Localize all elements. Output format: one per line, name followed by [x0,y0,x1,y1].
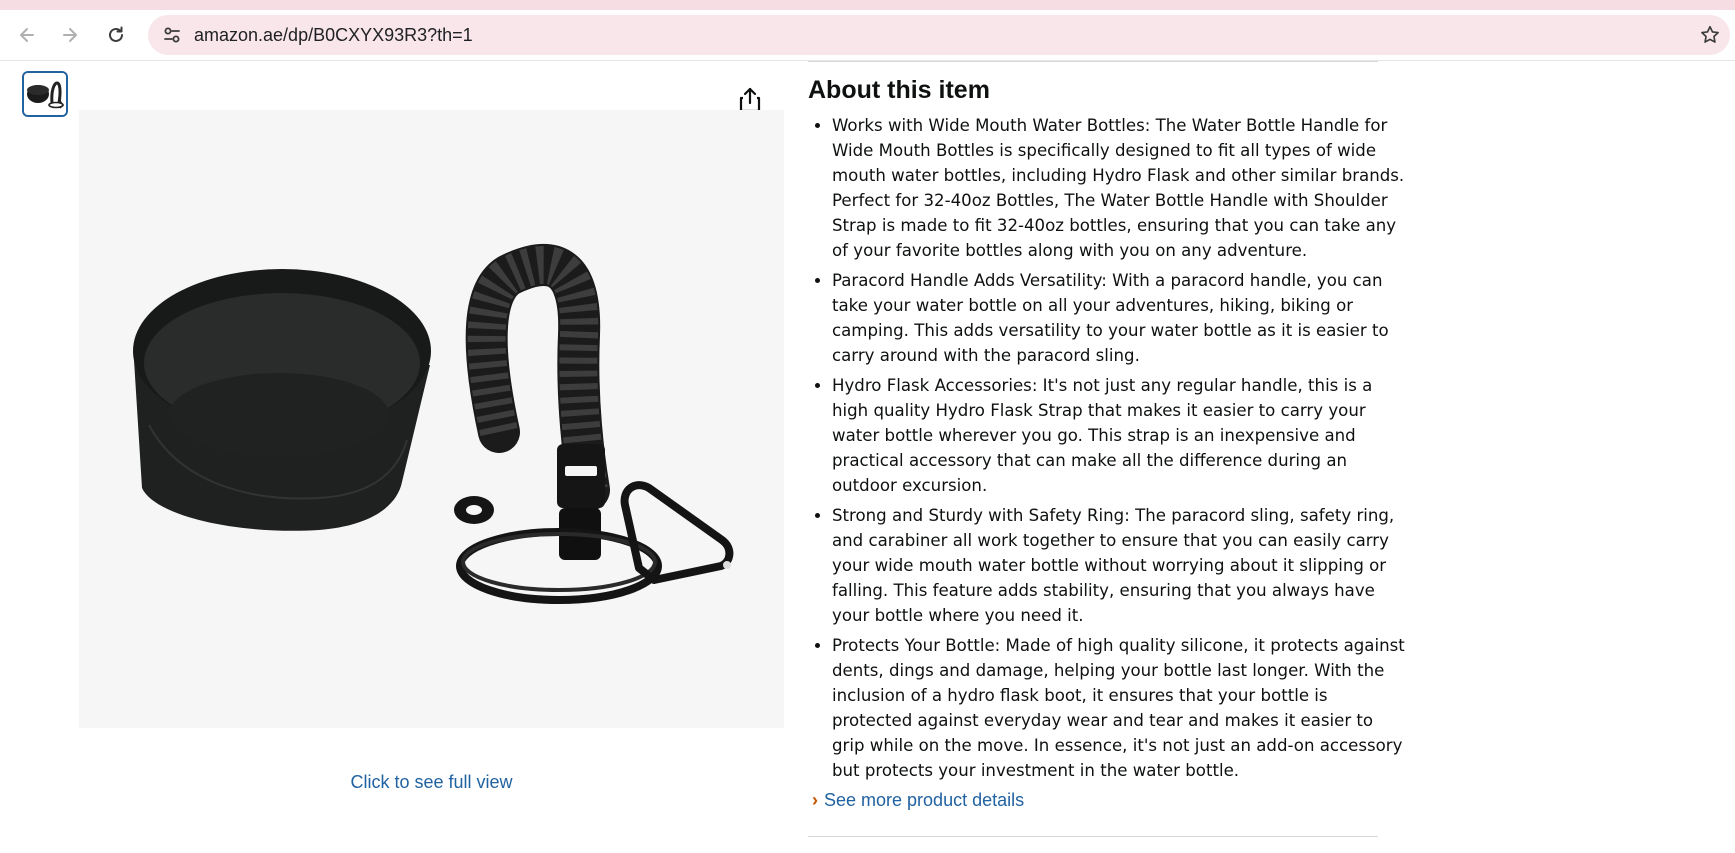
browser-toolbar: amazon.ae/dp/B0CXYX93R3?th=1 [0,10,1735,61]
feature-bullet-wide-mouth: Works with Wide Mouth Water Bottles: The… [832,113,1407,263]
bookmark-star-icon [1701,25,1719,43]
feature-bullet-list: Works with Wide Mouth Water Bottles: The… [808,113,1407,788]
feature-bullet-safety-ring: Strong and Sturdy with Safety Ring: The … [832,503,1407,628]
thumbnail-product-picture [24,73,66,115]
thumbnail-image[interactable] [22,71,68,117]
feature-bullet-protects: Protects Your Bottle: Made of high quali… [832,633,1407,783]
feature-bullet-paracord: Paracord Handle Adds Versatility: With a… [832,268,1407,368]
tab-strip [0,0,1735,10]
url-text[interactable]: amazon.ae/dp/B0CXYX93R3?th=1 [194,15,473,55]
main-product-image[interactable] [79,110,784,728]
full-view-link[interactable]: Click to see full view [79,772,784,793]
see-more-details-link[interactable]: See more product details [824,790,1024,810]
section-divider-bottom [808,836,1378,837]
address-bar[interactable]: amazon.ae/dp/B0CXYX93R3?th=1 [148,15,1730,55]
chevron-right-icon: › [812,790,818,810]
reload-icon [109,26,123,42]
silicone-boot-picture [133,269,431,531]
site-info-icon [164,27,180,43]
see-more-details[interactable]: › See more product details [812,790,1024,811]
section-divider-top [808,61,1378,62]
forward-arrow-icon [63,28,77,42]
product-photo [79,110,784,728]
back-button[interactable] [11,19,43,51]
bookmark-button[interactable] [1696,21,1724,49]
feature-bullet-accessories: Hydro Flask Accessories: It's not just a… [832,373,1407,498]
forward-button[interactable] [54,19,86,51]
site-info-button[interactable] [158,21,186,49]
back-arrow-icon [20,28,34,42]
reload-button[interactable] [100,19,132,51]
about-heading: About this item [808,76,990,104]
